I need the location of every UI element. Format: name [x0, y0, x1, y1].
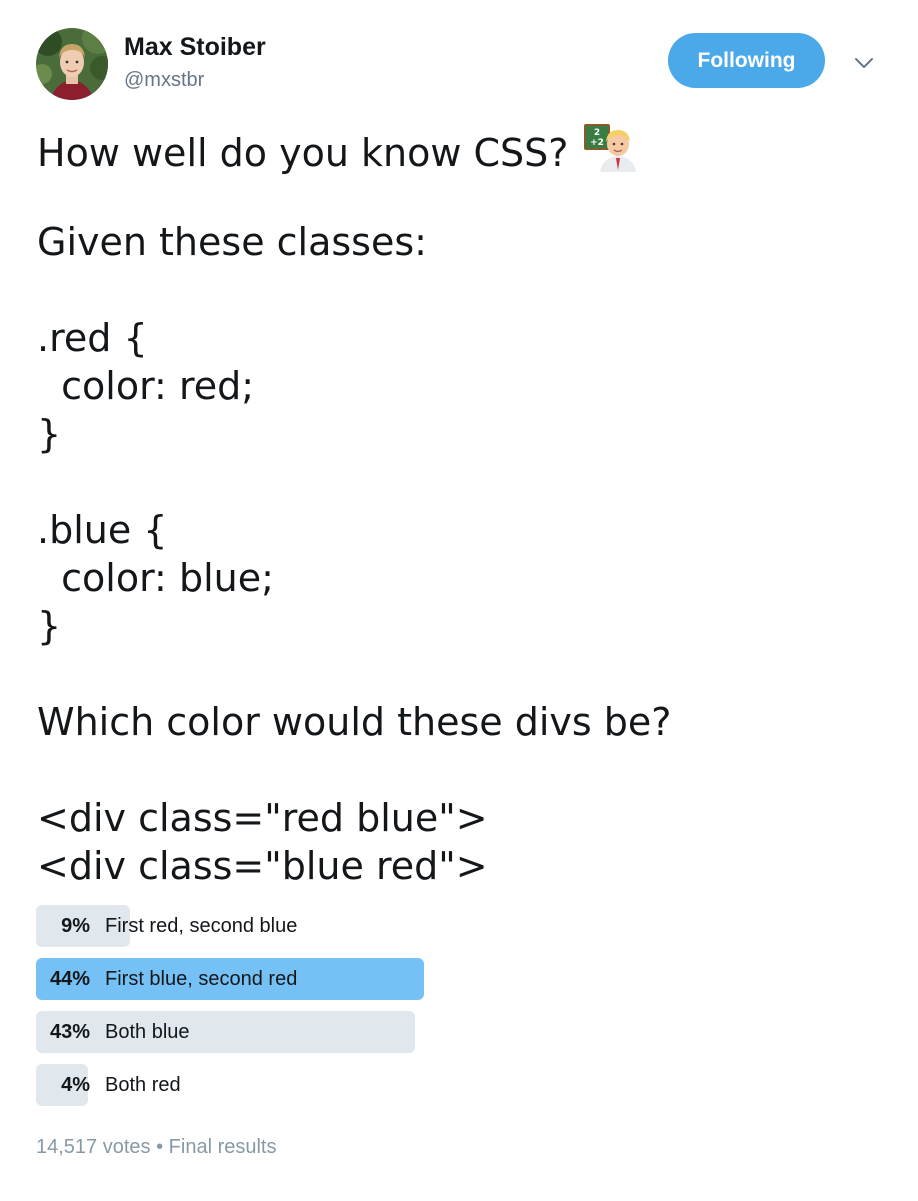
following-button[interactable]: Following: [668, 33, 825, 88]
chevron-down-icon[interactable]: [851, 52, 877, 74]
poll-status: Final results: [168, 1136, 277, 1158]
poll-separator: •: [156, 1136, 164, 1158]
poll-label: Both red: [105, 1074, 181, 1096]
poll-footer: 14,517 votes • Final results: [36, 1136, 276, 1159]
tweet-line: Which color would these divs be?: [37, 700, 672, 744]
poll-option: 43% Both blue: [36, 1011, 896, 1053]
poll-votes: 14,517 votes: [36, 1136, 151, 1158]
svg-text:+2: +2: [591, 138, 605, 148]
teacher-emoji-icon: 2 +2: [582, 122, 637, 183]
poll-label: First blue, second red: [105, 968, 298, 990]
poll: 9% First red, second blue 44% First blue…: [36, 905, 896, 1117]
svg-text:2: 2: [594, 128, 600, 138]
poll-option: 4% Both red: [36, 1064, 896, 1106]
tweet-text: How well do you know CSS? 2 +2 Given the…: [37, 122, 897, 890]
poll-bar: [36, 1011, 415, 1053]
author-handle[interactable]: @mxstbr: [124, 69, 204, 92]
tweet-question: How well do you know CSS?: [37, 131, 569, 175]
poll-option: 44% First blue, second red: [36, 958, 896, 1000]
code-line: color: blue;: [37, 556, 274, 600]
poll-percent: 44%: [49, 968, 90, 990]
code-line: .blue {: [37, 508, 168, 552]
code-line: }: [37, 604, 62, 648]
poll-percent: 9%: [61, 915, 90, 937]
poll-percent: 4%: [61, 1074, 90, 1096]
code-line: <div class="red blue">: [37, 796, 488, 840]
code-line: color: red;: [37, 364, 255, 408]
tweet-line: Given these classes:: [37, 220, 427, 264]
code-line: <div class="blue red">: [37, 844, 488, 888]
avatar[interactable]: [36, 28, 108, 100]
poll-percent: 43%: [49, 1021, 90, 1043]
code-line: }: [37, 412, 62, 456]
tweet-line: How well do you know CSS? 2 +2: [37, 122, 897, 175]
author-name[interactable]: Max Stoiber: [124, 33, 266, 62]
poll-option: 9% First red, second blue: [36, 905, 896, 947]
poll-label: Both blue: [105, 1021, 190, 1043]
code-line: .red {: [37, 316, 148, 360]
tweet-header: Max Stoiber @mxstbr Following: [0, 0, 918, 110]
poll-label: First red, second blue: [105, 915, 298, 937]
